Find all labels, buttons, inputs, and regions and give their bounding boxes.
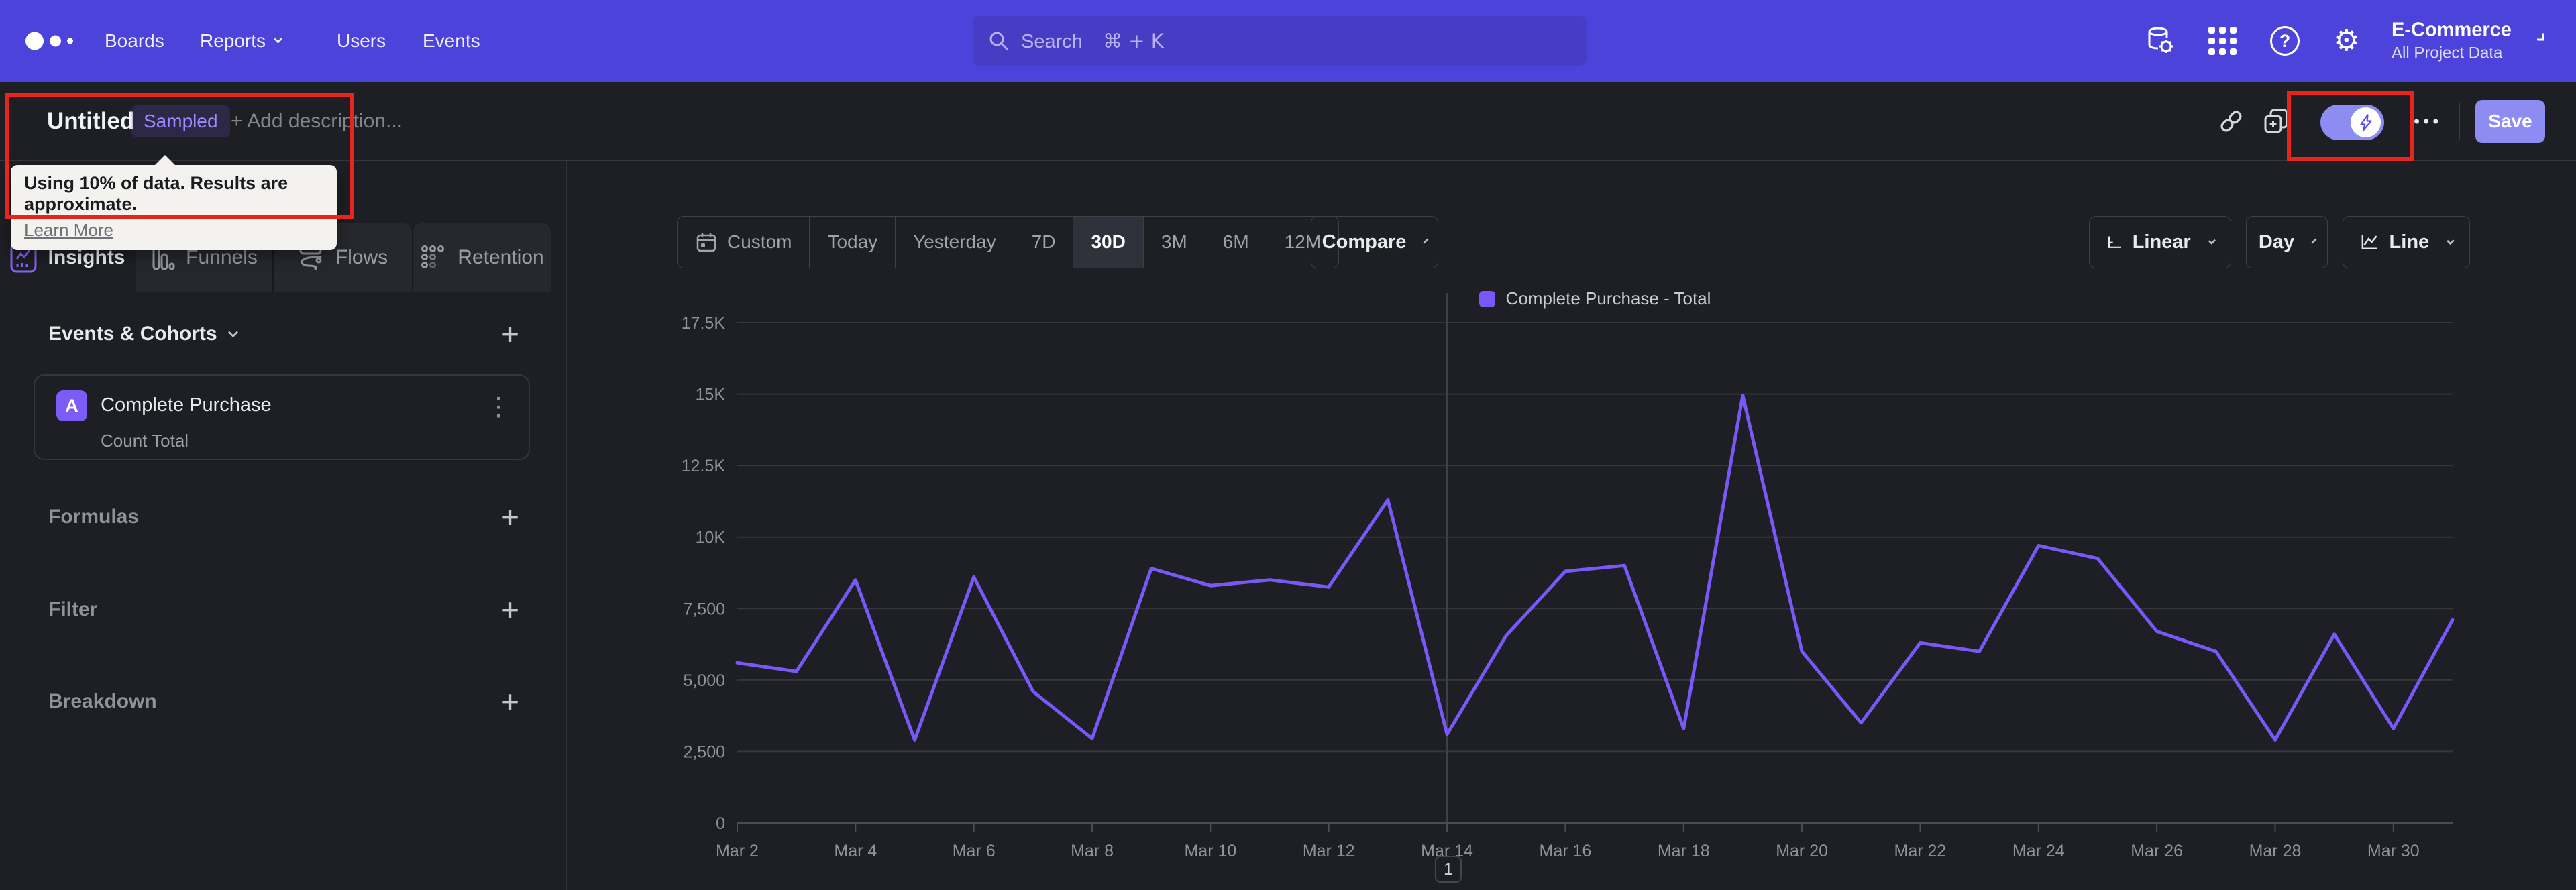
chevron-down-icon xyxy=(2208,237,2216,245)
retention-icon xyxy=(421,245,445,268)
tab-retention[interactable]: Retention xyxy=(413,223,551,292)
chevron-down-icon xyxy=(2311,237,2317,244)
copy-link-icon[interactable] xyxy=(2218,108,2245,135)
sampling-toggle[interactable] xyxy=(2320,105,2384,140)
svg-text:2,500: 2,500 xyxy=(683,742,725,761)
add-formula-button[interactable]: + xyxy=(501,502,519,533)
chevron-down-icon xyxy=(274,34,282,44)
svg-text:Mar 4: Mar 4 xyxy=(834,842,877,860)
event-card[interactable]: A Complete Purchase ⋮ Count Total xyxy=(34,374,530,460)
tooltip-text: Using 10% of data. Results are approxima… xyxy=(24,173,288,214)
nav-users[interactable]: Users xyxy=(337,30,386,52)
range-custom[interactable]: Custom xyxy=(678,217,810,268)
range-7d[interactable]: 7D xyxy=(1014,217,1074,268)
scale-dropdown[interactable]: Linear xyxy=(2089,216,2231,268)
nav-events[interactable]: Events xyxy=(423,30,480,52)
project-switcher[interactable]: E-Commerce All Project Data xyxy=(2392,19,2512,63)
svg-text:Mar 6: Mar 6 xyxy=(953,842,996,860)
svg-text:Mar 8: Mar 8 xyxy=(1071,842,1114,860)
svg-text:Mar 12: Mar 12 xyxy=(1303,842,1355,860)
report-title[interactable]: Untitled xyxy=(47,108,134,135)
svg-text:12.5K: 12.5K xyxy=(682,457,726,476)
range-3m[interactable]: 3M xyxy=(1144,217,1205,268)
svg-text:10K: 10K xyxy=(696,529,726,547)
aggregation-label[interactable]: Count Total xyxy=(101,431,189,451)
chevron-down-icon xyxy=(2447,237,2455,245)
svg-text:Mar 28: Mar 28 xyxy=(2249,842,2302,860)
calendar-icon xyxy=(696,233,716,252)
formulas-section: Formulas + xyxy=(48,500,519,535)
add-filter-button[interactable]: + xyxy=(501,594,519,625)
help-icon[interactable]: ? xyxy=(2270,26,2300,56)
sampled-badge[interactable]: Sampled xyxy=(131,105,230,137)
event-name[interactable]: Complete Purchase xyxy=(101,394,272,416)
chevron-down-icon xyxy=(227,327,238,337)
nav-reports[interactable]: Reports xyxy=(200,30,282,52)
svg-text:17.5K: 17.5K xyxy=(682,314,726,333)
chevron-down-icon xyxy=(1423,237,1430,244)
sampling-tooltip: Using 10% of data. Results are approxima… xyxy=(11,155,337,250)
breakdown-section: Breakdown + xyxy=(48,684,519,719)
apps-grid-icon[interactable] xyxy=(2208,27,2237,55)
add-breakdown-button[interactable]: + xyxy=(501,686,519,717)
project-chevron-icon xyxy=(2537,33,2544,41)
tooltip-arrow xyxy=(154,155,176,166)
divider xyxy=(2459,103,2460,140)
range-6m[interactable]: 6M xyxy=(1205,217,1267,268)
svg-text:Mar 2: Mar 2 xyxy=(716,842,759,860)
search-icon xyxy=(989,32,1008,50)
events-cohorts-header: Events & Cohorts + xyxy=(48,319,519,349)
save-button[interactable]: Save xyxy=(2475,100,2545,143)
line-chart: 0 2,500 5,000 7,500 10K 12.5K 15K 17.5K Mar 2 Mar… xyxy=(682,293,2455,860)
app-window: Boards Reports Users Events Search ⌘ + K… xyxy=(0,0,2576,890)
linear-axis-icon xyxy=(2108,236,2121,248)
svg-text:Mar 10: Mar 10 xyxy=(1184,842,1236,860)
filter-section: Filter + xyxy=(48,592,519,627)
add-event-button[interactable]: + xyxy=(501,319,519,349)
top-nav: Boards Reports Users Events Search ⌘ + K… xyxy=(0,0,2576,82)
kebab-menu-icon[interactable]: ⋮ xyxy=(486,392,511,421)
line-chart-icon xyxy=(2361,235,2377,249)
data-management-icon[interactable] xyxy=(2144,25,2176,57)
date-range-group: Custom Today Yesterday 7D 30D 3M 6M 12M xyxy=(677,216,1340,268)
content-area: Insights Funnels Flows Retention Events … xyxy=(0,161,2576,890)
report-canvas: Custom Today Yesterday 7D 30D 3M 6M 12M … xyxy=(567,161,2576,890)
sidebar: Insights Funnels Flows Retention Events … xyxy=(0,161,567,890)
compare-button[interactable]: Compare xyxy=(1311,216,1438,268)
svg-text:Mar 16: Mar 16 xyxy=(1540,842,1592,860)
svg-text:5,000: 5,000 xyxy=(683,671,725,690)
project-name: E-Commerce xyxy=(2392,19,2512,41)
svg-text:7,500: 7,500 xyxy=(683,600,725,618)
add-to-board-icon[interactable] xyxy=(2262,107,2290,135)
interval-dropdown[interactable]: Day xyxy=(2246,216,2328,268)
nav-boards[interactable]: Boards xyxy=(105,30,164,52)
series-a-badge: A xyxy=(56,390,87,421)
svg-text:Mar 30: Mar 30 xyxy=(2367,842,2420,860)
range-today[interactable]: Today xyxy=(810,217,896,268)
learn-more-link[interactable]: Learn More xyxy=(24,220,113,241)
more-options-button[interactable]: ••• xyxy=(2414,111,2442,131)
svg-text:Mar 22: Mar 22 xyxy=(1894,842,1947,860)
mixpanel-logo[interactable] xyxy=(25,32,73,50)
range-yesterday[interactable]: Yesterday xyxy=(896,217,1014,268)
svg-text:Mar 24: Mar 24 xyxy=(2012,842,2065,860)
project-scope: All Project Data xyxy=(2392,44,2503,62)
lightning-bolt-icon xyxy=(2359,113,2372,131)
chart-type-dropdown[interactable]: Line xyxy=(2343,216,2470,268)
svg-text:15K: 15K xyxy=(696,386,726,404)
svg-text:Mar 18: Mar 18 xyxy=(1658,842,1710,860)
add-description[interactable]: + Add description... xyxy=(231,110,402,133)
svg-text:Mar 20: Mar 20 xyxy=(1776,842,1828,860)
svg-text:Mar 26: Mar 26 xyxy=(2131,842,2183,860)
pagination-page-button[interactable]: 1 xyxy=(1435,856,1462,883)
range-30d[interactable]: 30D xyxy=(1073,217,1144,268)
toggle-knob xyxy=(2351,107,2381,137)
settings-gear-icon[interactable]: ⚙ xyxy=(2333,26,2359,56)
report-title-bar: Untitled Sampled + Add description... ••… xyxy=(0,82,2576,161)
svg-text:0: 0 xyxy=(716,814,725,833)
events-cohorts-title[interactable]: Events & Cohorts xyxy=(48,323,238,345)
search-input[interactable]: Search ⌘ + K xyxy=(973,16,1587,66)
